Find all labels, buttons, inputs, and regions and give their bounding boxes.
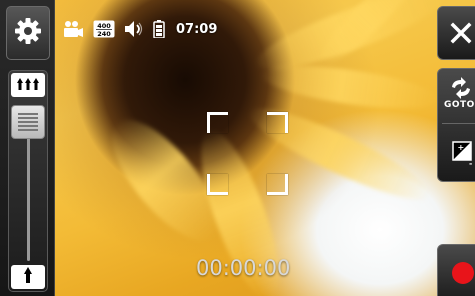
- close-button[interactable]: [437, 6, 475, 60]
- speaker-icon: [124, 20, 144, 38]
- viewfinder: [0, 0, 475, 296]
- zoom-track-line: [27, 131, 30, 261]
- clock: 07:09: [176, 21, 218, 37]
- zoom-slider[interactable]: [8, 70, 48, 292]
- zoom-in-button[interactable]: [11, 73, 45, 97]
- svg-text:400: 400: [97, 22, 111, 30]
- svg-text:-: -: [469, 159, 472, 167]
- right-options-panel: GOTO + -: [437, 68, 475, 182]
- settings-button[interactable]: [6, 6, 50, 60]
- zoom-out-icon: [22, 266, 34, 288]
- record-icon: [451, 261, 475, 289]
- zoom-out-button[interactable]: [11, 265, 45, 289]
- camcorder-screen: 400 240 07:09 00:00:00 GOTO + -: [0, 0, 475, 296]
- left-control-bar: [0, 0, 55, 296]
- recording-timer: 00:00:00: [196, 256, 291, 280]
- goto-label: GOTO: [444, 100, 475, 110]
- svg-text:+: +: [458, 143, 465, 152]
- resolution-icon: 400 240: [93, 20, 115, 38]
- goto-gallery-button[interactable]: GOTO: [438, 69, 475, 121]
- svg-text:240: 240: [97, 30, 111, 38]
- close-icon: [450, 22, 472, 48]
- video-camera-icon: [62, 20, 84, 38]
- exposure-icon: + -: [452, 141, 475, 171]
- exposure-button[interactable]: + -: [438, 127, 475, 181]
- battery-icon: [153, 20, 165, 38]
- record-button[interactable]: [437, 244, 475, 296]
- zoom-in-icon: [16, 76, 40, 95]
- zoom-handle[interactable]: [11, 105, 45, 139]
- status-bar: 400 240 07:09: [62, 18, 217, 40]
- gear-icon: [14, 17, 42, 49]
